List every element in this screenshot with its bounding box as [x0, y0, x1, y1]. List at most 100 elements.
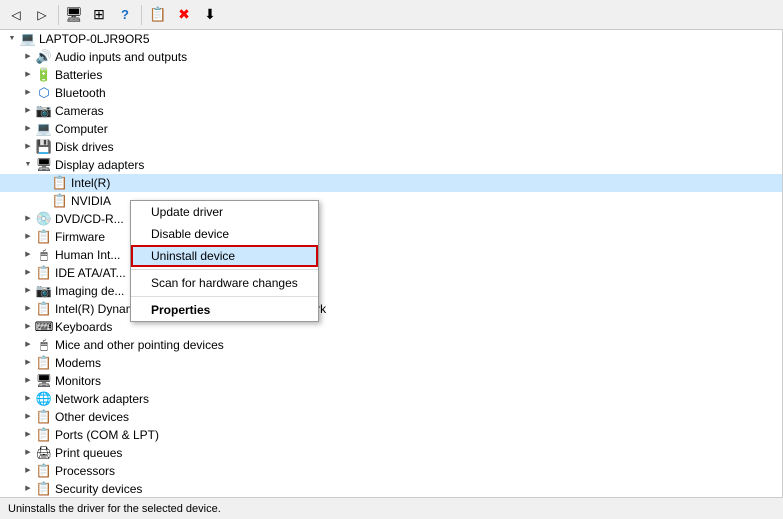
keyboards-label: Keyboards [55, 318, 112, 336]
root-icon: 💻 [20, 31, 36, 47]
bluetooth-expander[interactable] [20, 85, 36, 101]
ctx-disable-device[interactable]: Disable device [131, 223, 318, 245]
mice-label: Mice and other pointing devices [55, 336, 224, 354]
forward-button[interactable]: ▷ [30, 4, 54, 26]
tree-item-nvidia[interactable]: 📋 NVIDIA [0, 192, 782, 210]
audio-icon: 🔊 [36, 49, 52, 65]
ide-icon: 📋 [36, 265, 52, 281]
tree-item-batteries[interactable]: 🔋 Batteries [0, 66, 782, 84]
firmware-icon: 📋 [36, 229, 52, 245]
mice-expander[interactable] [20, 337, 36, 353]
properties-button[interactable]: ⊞ [87, 4, 111, 26]
tree-item-processors[interactable]: 📋 Processors [0, 462, 782, 480]
processors-label: Processors [55, 462, 115, 480]
root-expander[interactable] [4, 31, 20, 47]
computer-label: Computer [55, 120, 108, 138]
display-label: Display adapters [55, 156, 144, 174]
root-label: LAPTOP-0LJR9OR5 [39, 30, 150, 48]
tree-item-mice[interactable]: 🖱 Mice and other pointing devices [0, 336, 782, 354]
batteries-expander[interactable] [20, 67, 36, 83]
print-icon: 🖨 [36, 445, 52, 461]
tree-item-intel-dynamic[interactable]: 📋 Intel(R) Dynamic Platform and Thermal … [0, 300, 782, 318]
intel-dynamic-icon: 📋 [36, 301, 52, 317]
monitors-label: Monitors [55, 372, 101, 390]
cameras-expander[interactable] [20, 103, 36, 119]
device-tree[interactable]: 💻 LAPTOP-0LJR9OR5 🔊 Audio inputs and out… [0, 30, 783, 497]
tree-item-intel[interactable]: 📋 Intel(R) [0, 174, 782, 192]
tree-item-cameras[interactable]: 📷 Cameras [0, 102, 782, 120]
tree-item-modems[interactable]: 📋 Modems [0, 354, 782, 372]
tree-root[interactable]: 💻 LAPTOP-0LJR9OR5 [0, 30, 782, 48]
ctx-disable-device-label: Disable device [151, 227, 229, 241]
intel-dynamic-expander[interactable] [20, 301, 36, 317]
ctx-update-driver-label: Update driver [151, 205, 223, 219]
computer-expander[interactable] [20, 121, 36, 137]
uninstall-toolbar-button[interactable]: ✖ [172, 4, 196, 26]
scan-toolbar-button[interactable]: ⬇ [198, 4, 222, 26]
tree-item-display-adapters[interactable]: 🖥 Display adapters [0, 156, 782, 174]
tree-item-firmware[interactable]: 📋 Firmware [0, 228, 782, 246]
imaging-icon: 📷 [36, 283, 52, 299]
tree-item-other[interactable]: 📋 Other devices [0, 408, 782, 426]
display-expander[interactable] [20, 157, 36, 173]
device-manager-button[interactable]: 🖥 [63, 4, 85, 26]
audio-expander[interactable] [20, 49, 36, 65]
nvidia-label: NVIDIA [71, 192, 111, 210]
modems-label: Modems [55, 354, 101, 372]
nvidia-icon: 📋 [52, 193, 68, 209]
monitors-expander[interactable] [20, 373, 36, 389]
context-menu: Update driver Disable device Uninstall d… [130, 200, 319, 322]
tree-item-human-int[interactable]: 🖱 Human Int... [0, 246, 782, 264]
monitors-icon: 🖥 [36, 373, 52, 389]
help-button[interactable]: ? [113, 4, 137, 26]
ports-expander[interactable] [20, 427, 36, 443]
batteries-icon: 🔋 [36, 67, 52, 83]
bluetooth-icon: ⬡ [36, 85, 52, 101]
tree-item-ports[interactable]: 📋 Ports (COM & LPT) [0, 426, 782, 444]
tree-item-disk-drives[interactable]: 💾 Disk drives [0, 138, 782, 156]
security-expander[interactable] [20, 481, 36, 497]
ctx-scan[interactable]: Scan for hardware changes [131, 272, 318, 294]
human-icon: 🖱 [36, 247, 52, 263]
dvd-expander[interactable] [20, 211, 36, 227]
firmware-expander[interactable] [20, 229, 36, 245]
imaging-expander[interactable] [20, 283, 36, 299]
tree-item-keyboards[interactable]: ⌨ Keyboards [0, 318, 782, 336]
ctx-update-driver[interactable]: Update driver [131, 201, 318, 223]
display-icon: 🖥 [36, 157, 52, 173]
separator-2 [141, 5, 142, 25]
separator-1 [58, 5, 59, 25]
tree-item-audio[interactable]: 🔊 Audio inputs and outputs [0, 48, 782, 66]
ctx-scan-label: Scan for hardware changes [151, 276, 298, 290]
audio-label: Audio inputs and outputs [55, 48, 187, 66]
tree-item-monitors[interactable]: 🖥 Monitors [0, 372, 782, 390]
ctx-uninstall-device[interactable]: Uninstall device [131, 245, 318, 267]
other-expander[interactable] [20, 409, 36, 425]
tree-item-dvd[interactable]: 💿 DVD/CD-R... [0, 210, 782, 228]
ctx-uninstall-device-label: Uninstall device [151, 249, 235, 263]
security-icon: 📋 [36, 481, 52, 497]
processors-expander[interactable] [20, 463, 36, 479]
computer-icon: 💻 [36, 121, 52, 137]
disk-expander[interactable] [20, 139, 36, 155]
keyboards-expander[interactable] [20, 319, 36, 335]
human-expander[interactable] [20, 247, 36, 263]
tree-item-security[interactable]: 📋 Security devices [0, 480, 782, 497]
tree-item-print-queues[interactable]: 🖨 Print queues [0, 444, 782, 462]
nvidia-expander [36, 193, 52, 209]
other-label: Other devices [55, 408, 129, 426]
network-expander[interactable] [20, 391, 36, 407]
tree-item-network[interactable]: 🌐 Network adapters [0, 390, 782, 408]
tree-item-imaging[interactable]: 📷 Imaging de... [0, 282, 782, 300]
tree-item-computer[interactable]: 💻 Computer [0, 120, 782, 138]
ide-expander[interactable] [20, 265, 36, 281]
update-driver-toolbar-button[interactable]: 📋 [146, 4, 170, 26]
modems-expander[interactable] [20, 355, 36, 371]
back-button[interactable]: ◁ [4, 4, 28, 26]
ctx-properties[interactable]: Properties [131, 299, 318, 321]
human-label: Human Int... [55, 246, 120, 264]
tree-item-bluetooth[interactable]: ⬡ Bluetooth [0, 84, 782, 102]
print-expander[interactable] [20, 445, 36, 461]
dvd-label: DVD/CD-R... [55, 210, 124, 228]
tree-item-ide-ata[interactable]: 📋 IDE ATA/AT... [0, 264, 782, 282]
